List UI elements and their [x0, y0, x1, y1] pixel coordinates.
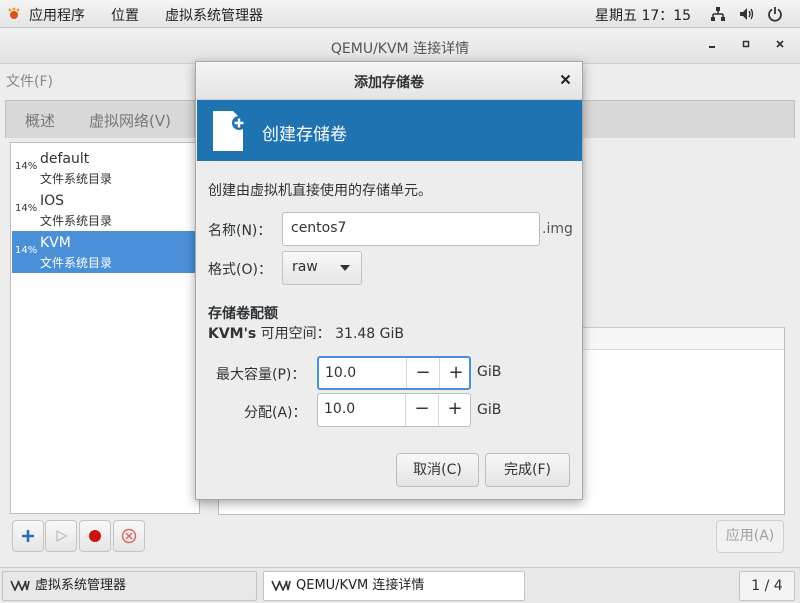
name-label: 名称(N)： [208, 223, 272, 239]
pool-name: default [40, 151, 90, 167]
app-menu[interactable]: 虚拟系统管理器 [165, 5, 263, 25]
format-value: raw [292, 259, 318, 275]
new-file-icon [213, 111, 246, 151]
decrement-button[interactable]: − [406, 358, 439, 388]
add-pool-button[interactable] [12, 520, 44, 552]
add-storage-volume-dialog: 添加存储卷 创建存储卷 创建由虚拟机直接使用的存储单元。 名称(N)： cent… [195, 61, 583, 500]
dialog-titlebar[interactable]: 添加存储卷 [196, 62, 582, 100]
menu-file[interactable]: 文件(F) [6, 71, 53, 91]
storage-pool-list: 14% default 文件系统目录 14% IOS 文件系统目录 14% KV… [10, 142, 200, 514]
chevron-down-icon [340, 265, 350, 271]
delete-pool-button[interactable] [113, 520, 145, 552]
network-icon[interactable] [710, 6, 726, 22]
pool-type: 文件系统目录 [40, 214, 113, 228]
dialog-banner: 创建存储卷 [197, 100, 582, 161]
virt-manager-icon [271, 580, 291, 591]
max-capacity-unit: GiB [477, 364, 502, 380]
window-titlebar[interactable]: QEMU/KVM 连接详情 [0, 29, 800, 64]
pool-type: 文件系统目录 [40, 172, 113, 186]
tab-bar: 概述 虚拟网络(V) [5, 100, 195, 138]
close-button[interactable] [771, 37, 789, 55]
name-field[interactable]: centos7 [282, 212, 540, 246]
increment-button[interactable]: + [438, 394, 471, 426]
start-pool-button[interactable] [45, 520, 77, 552]
minimize-icon [709, 46, 715, 48]
places-menu[interactable]: 位置 [111, 5, 139, 25]
allocation-unit: GiB [477, 402, 502, 418]
increment-button[interactable]: + [439, 358, 472, 388]
apply-button[interactable]: 应用(A) [716, 520, 784, 553]
task-connection-details[interactable]: QEMU/KVM 连接详情 [263, 571, 525, 601]
stop-icon [89, 530, 101, 542]
clock[interactable]: 星期五 17：15 [595, 5, 691, 25]
pool-item-default[interactable]: 14% default 文件系统目录 [12, 147, 198, 189]
taskbar: 虚拟系统管理器 QEMU/KVM 连接详情 1 / 4 [0, 567, 800, 603]
max-capacity-spinner[interactable]: 10.0 − + [317, 356, 471, 390]
pool-type: 文件系统目录 [40, 256, 113, 270]
virt-manager-icon [10, 580, 30, 591]
task-label: 虚拟系统管理器 [35, 578, 127, 593]
task-label: QEMU/KVM 连接详情 [296, 578, 425, 593]
pool-item-ios[interactable]: 14% IOS 文件系统目录 [12, 189, 198, 231]
free-space-text: KVM's 可用空间： 31.48 GiB [208, 323, 404, 343]
plus-icon [22, 530, 34, 542]
pool-name-bold: KVM's [208, 326, 257, 342]
allocation-spinner[interactable]: 10.0 − + [317, 393, 471, 427]
finish-button[interactable]: 完成(F) [485, 453, 570, 487]
tab-overview[interactable]: 概述 [25, 110, 55, 131]
pool-item-kvm[interactable]: 14% KVM 文件系统目录 [12, 231, 198, 273]
window-title: QEMU/KVM 连接详情 [330, 41, 470, 57]
delete-icon [121, 528, 137, 544]
tab-virtual-networks[interactable]: 虚拟网络(V) [89, 110, 171, 131]
max-capacity-label: 最大容量(P)： [216, 367, 306, 383]
name-suffix: .img [542, 221, 573, 237]
power-icon[interactable] [767, 6, 783, 22]
dialog-title: 添加存储卷 [354, 75, 424, 91]
decrement-button[interactable]: − [405, 394, 438, 426]
close-icon [560, 74, 570, 85]
pool-usage: 14% [15, 203, 38, 214]
max-capacity-value[interactable]: 10.0 [325, 365, 356, 381]
stop-pool-button[interactable] [79, 520, 111, 552]
pool-name: KVM [40, 235, 71, 251]
play-icon [56, 529, 68, 543]
cancel-button[interactable]: 取消(C) [396, 453, 479, 487]
maximize-icon [742, 40, 750, 48]
close-icon [776, 40, 784, 48]
pool-usage: 14% [15, 245, 38, 256]
format-dropdown[interactable]: raw [282, 251, 362, 285]
free-space-value: 可用空间： 31.48 GiB [256, 326, 405, 342]
allocation-value[interactable]: 10.0 [324, 401, 355, 417]
dialog-close-button[interactable] [556, 71, 574, 89]
task-virt-manager[interactable]: 虚拟系统管理器 [2, 571, 257, 601]
volume-icon[interactable] [739, 7, 755, 21]
maximize-button[interactable] [737, 37, 755, 55]
dialog-description: 创建由虚拟机直接使用的存储单元。 [208, 183, 432, 199]
applications-menu[interactable]: 应用程序 [29, 5, 85, 25]
allocation-label: 分配(A)： [244, 405, 307, 421]
minimize-button[interactable] [703, 37, 721, 55]
banner-title: 创建存储卷 [262, 125, 347, 145]
format-label: 格式(O)： [208, 262, 272, 278]
workspace-pager[interactable]: 1 / 4 [739, 571, 795, 601]
gnome-foot-icon[interactable] [7, 7, 21, 21]
pool-usage: 14% [15, 161, 38, 172]
top-panel: 应用程序 位置 虚拟系统管理器 星期五 17：15 [0, 0, 800, 28]
tab-bar-overflow [582, 100, 795, 138]
quota-heading: 存储卷配额 [208, 306, 278, 322]
pool-name: IOS [40, 193, 65, 209]
